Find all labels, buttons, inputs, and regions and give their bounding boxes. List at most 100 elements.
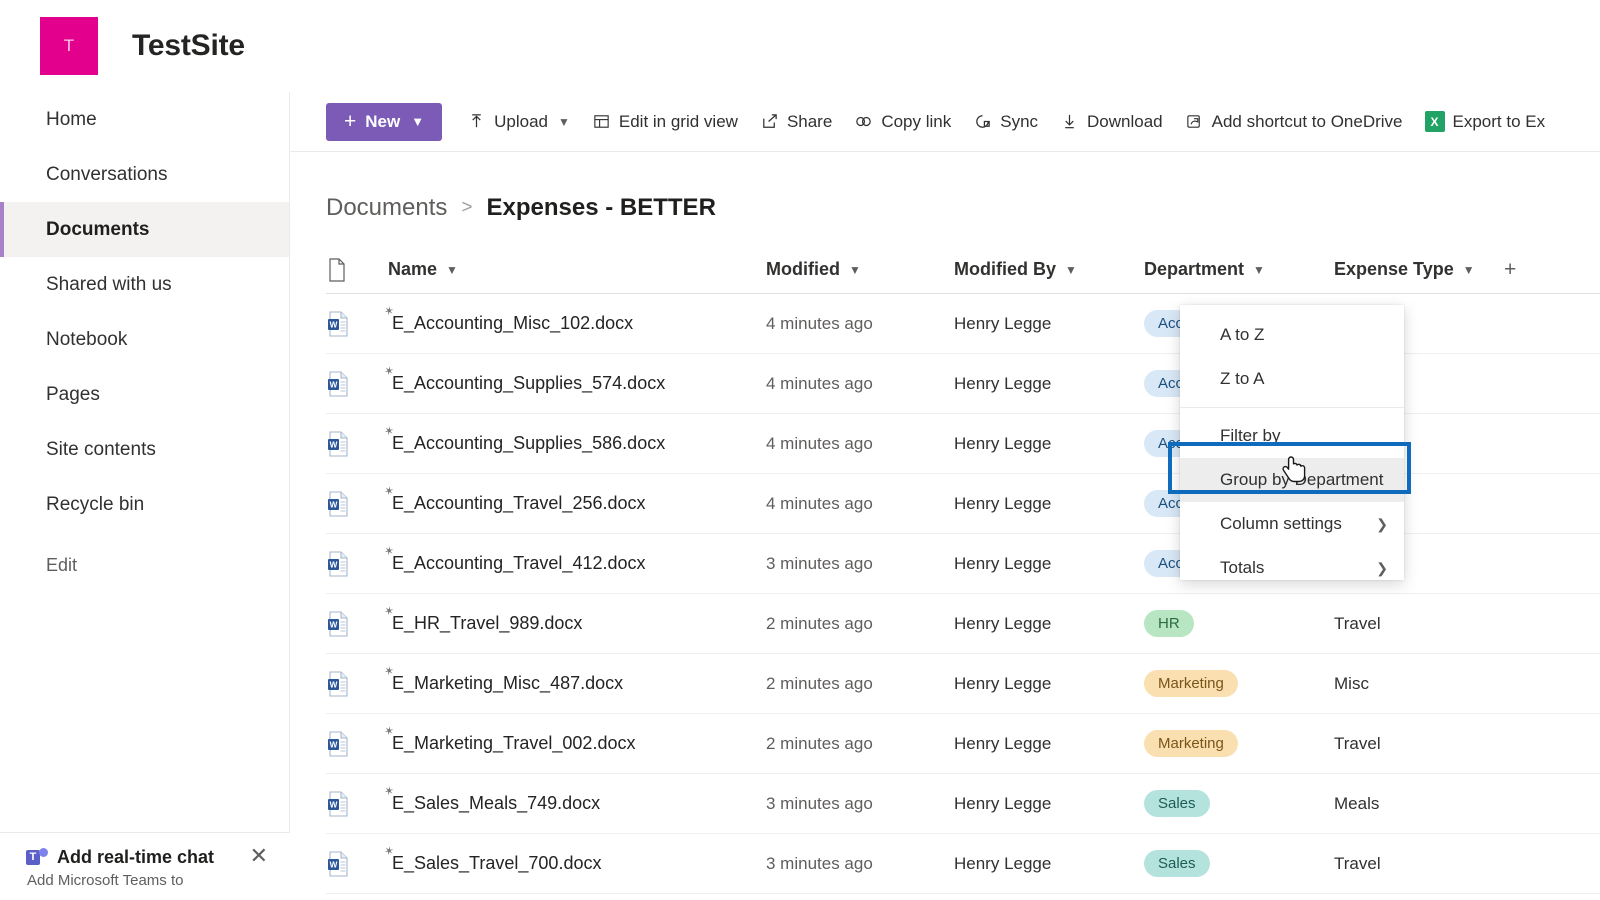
breadcrumb-root[interactable]: Documents bbox=[326, 194, 447, 222]
modified-by-value[interactable]: Henry Legge bbox=[954, 794, 1051, 813]
sidebar-item-label: Documents bbox=[46, 218, 150, 240]
sidebar-item-shared-with-us[interactable]: Shared with us bbox=[0, 257, 289, 312]
svg-text:W: W bbox=[330, 620, 338, 629]
table-row[interactable]: W ✶ E_HR_Travel_989.docx 2 minutes ago Henry… bbox=[326, 594, 1600, 654]
table-row[interactable]: W ✶ E_Sales_Travel_700.docx 3 minutes ago He… bbox=[326, 834, 1600, 894]
modified-by-value[interactable]: Henry Legge bbox=[954, 554, 1051, 573]
sidebar: Home Conversations Documents Shared with… bbox=[0, 92, 290, 900]
chevron-down-icon: ▼ bbox=[1462, 262, 1475, 277]
file-name-link[interactable]: ✶ E_Accounting_Supplies_586.docx bbox=[383, 423, 666, 454]
column-header-name[interactable]: Name ▼ bbox=[388, 259, 766, 280]
sidebar-item-recycle-bin[interactable]: Recycle bin bbox=[0, 477, 289, 532]
file-name-cell: ✶ E_Sales_Travel_700.docx bbox=[383, 843, 766, 874]
copy-link-button[interactable]: Copy link bbox=[843, 101, 962, 143]
sharepoint-document-library: T TestSite Home Conversations Documents … bbox=[0, 0, 1600, 900]
chat-card-title: Add real-time chat bbox=[57, 847, 215, 867]
column-header-modified-label: Modified bbox=[766, 259, 840, 279]
file-name-link[interactable]: ✶ E_HR_Travel_989.docx bbox=[383, 603, 583, 634]
table-header-row: Name ▼ Modified ▼ Modified By ▼ Departme… bbox=[326, 246, 1600, 294]
modified-by-value[interactable]: Henry Legge bbox=[954, 374, 1051, 393]
sidebar-item-home[interactable]: Home bbox=[0, 92, 289, 147]
file-name-text: E_Sales_Meals_749.docx bbox=[392, 793, 601, 813]
modified-by-value[interactable]: Henry Legge bbox=[954, 614, 1051, 633]
modified-by-value[interactable]: Henry Legge bbox=[954, 314, 1051, 333]
modified-cell: 3 minutes ago bbox=[766, 794, 954, 814]
menu-item-label: A to Z bbox=[1220, 325, 1265, 344]
modified-by-cell: Henry Legge bbox=[954, 794, 1144, 814]
document-icon bbox=[329, 257, 345, 282]
file-name-link[interactable]: ✶ E_Marketing_Travel_002.docx bbox=[383, 723, 636, 754]
menu-item-z-to-a[interactable]: Z to A bbox=[1180, 357, 1404, 401]
add-shortcut-to-onedrive-button[interactable]: Add shortcut to OneDrive bbox=[1174, 101, 1414, 143]
word-document-icon: W bbox=[326, 670, 350, 698]
modified-value: 3 minutes ago bbox=[766, 793, 873, 813]
table-row[interactable]: W ✶ E_Accounting_Misc_102.docx 4 minutes ag… bbox=[326, 294, 1600, 354]
excel-icon: X bbox=[1424, 111, 1445, 132]
word-document-icon: W bbox=[326, 850, 350, 878]
file-name-link[interactable]: ✶ E_Accounting_Travel_412.docx bbox=[383, 543, 646, 574]
chevron-down-icon: ▼ bbox=[1253, 262, 1265, 277]
modified-cell: 2 minutes ago bbox=[766, 734, 954, 754]
add-realtime-chat-card: ✕ T Add real-time chat Add Microsoft Tea… bbox=[0, 832, 290, 900]
menu-item-column-settings[interactable]: Column settings ❯ bbox=[1180, 502, 1404, 546]
file-name-link[interactable]: ✶ E_Sales_Meals_749.docx bbox=[383, 783, 601, 814]
menu-item-group-by-department[interactable]: Group by Department bbox=[1180, 458, 1404, 502]
upload-button[interactable]: Upload ▼ bbox=[456, 101, 581, 143]
file-name-link[interactable]: ✶ E_Accounting_Supplies_574.docx bbox=[383, 363, 666, 394]
column-header-department[interactable]: Department ▼ bbox=[1144, 259, 1334, 280]
new-button[interactable]: + New ▼ bbox=[326, 102, 443, 141]
word-document-icon: W bbox=[326, 310, 350, 338]
file-name-text: E_Sales_Travel_700.docx bbox=[392, 853, 602, 873]
sync-icon bbox=[973, 112, 992, 131]
table-row[interactable]: W ✶ E_Sales_Meals_749.docx 3 minutes ago Hen… bbox=[326, 774, 1600, 834]
menu-item-filter-by[interactable]: Filter by bbox=[1180, 414, 1404, 458]
svg-text:W: W bbox=[330, 740, 338, 749]
file-name-link[interactable]: ✶ E_Sales_Travel_700.docx bbox=[383, 843, 602, 874]
export-to-excel-button[interactable]: X Export to Ex bbox=[1414, 101, 1557, 143]
column-header-expense-type[interactable]: Expense Type ▼ bbox=[1334, 259, 1504, 280]
sidebar-item-notebook[interactable]: Notebook bbox=[0, 312, 289, 367]
sidebar-item-documents[interactable]: Documents bbox=[0, 202, 289, 257]
table-row[interactable]: W ✶ E_Marketing_Travel_002.docx 2 minutes a… bbox=[326, 714, 1600, 774]
add-column-button[interactable]: + bbox=[1504, 258, 1516, 281]
file-name-link[interactable]: ✶ E_Accounting_Misc_102.docx bbox=[383, 303, 634, 334]
column-header-modified[interactable]: Modified ▼ bbox=[766, 259, 954, 280]
status-badge: Marketing bbox=[1144, 729, 1238, 758]
modified-value: 4 minutes ago bbox=[766, 493, 873, 513]
file-type-cell: W bbox=[326, 370, 388, 398]
modified-by-value[interactable]: Henry Legge bbox=[954, 674, 1051, 693]
sidebar-edit-link[interactable]: Edit bbox=[0, 538, 289, 593]
menu-item-a-to-z[interactable]: A to Z bbox=[1180, 313, 1404, 357]
sidebar-item-conversations[interactable]: Conversations bbox=[0, 147, 289, 202]
share-label: Share bbox=[786, 111, 833, 131]
table-row[interactable]: W ✶ E_Accounting_Supplies_586.docx 4 minute… bbox=[326, 414, 1600, 474]
close-icon[interactable]: ✕ bbox=[250, 845, 268, 867]
plus-icon: + bbox=[344, 110, 357, 133]
table-row[interactable]: W ✶ E_Accounting_Supplies_574.docx 4 minute… bbox=[326, 354, 1600, 414]
page-title: TestSite bbox=[132, 29, 245, 62]
expense-type-value: Travel bbox=[1334, 853, 1381, 873]
column-header-file-type[interactable] bbox=[326, 257, 388, 283]
share-button[interactable]: Share bbox=[749, 101, 843, 143]
chevron-down-icon: ▼ bbox=[849, 262, 861, 277]
table-row[interactable]: W ✶ E_Marketing_Misc_487.docx 2 minutes ago… bbox=[326, 654, 1600, 714]
modified-by-cell: Henry Legge bbox=[954, 734, 1144, 754]
modified-by-value[interactable]: Henry Legge bbox=[954, 494, 1051, 513]
edit-in-grid-view-button[interactable]: Edit in grid view bbox=[581, 101, 749, 143]
download-button[interactable]: Download bbox=[1049, 101, 1174, 143]
sidebar-edit-label: Edit bbox=[46, 555, 78, 575]
menu-item-totals[interactable]: Totals ❯ bbox=[1180, 546, 1404, 590]
table-row[interactable]: W ✶ E_Accounting_Travel_412.docx 3 minutes … bbox=[326, 534, 1600, 594]
file-name-text: E_Accounting_Supplies_574.docx bbox=[392, 373, 666, 393]
sidebar-item-pages[interactable]: Pages bbox=[0, 367, 289, 422]
column-header-modified-by[interactable]: Modified By ▼ bbox=[954, 259, 1144, 280]
sidebar-item-site-contents[interactable]: Site contents bbox=[0, 422, 289, 477]
file-name-cell: ✶ E_Accounting_Travel_256.docx bbox=[383, 483, 766, 514]
sync-button[interactable]: Sync bbox=[962, 101, 1049, 143]
file-name-link[interactable]: ✶ E_Accounting_Travel_256.docx bbox=[383, 483, 646, 514]
file-name-link[interactable]: ✶ E_Marketing_Misc_487.docx bbox=[383, 663, 623, 694]
table-row[interactable]: W ✶ E_Accounting_Travel_256.docx 4 minutes … bbox=[326, 474, 1600, 534]
modified-by-value[interactable]: Henry Legge bbox=[954, 854, 1051, 873]
modified-by-value[interactable]: Henry Legge bbox=[954, 734, 1051, 753]
modified-by-value[interactable]: Henry Legge bbox=[954, 434, 1051, 453]
